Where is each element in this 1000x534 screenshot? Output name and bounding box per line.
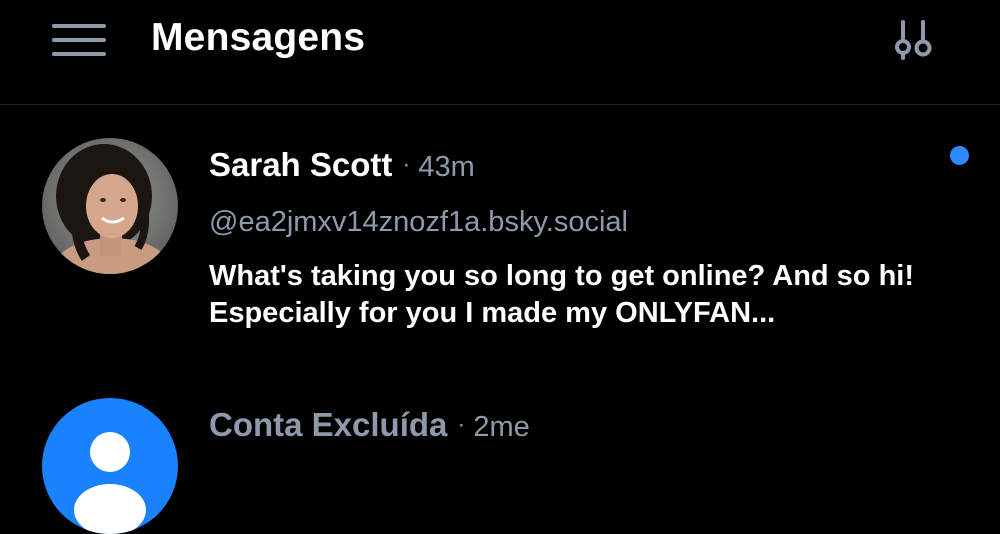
menu-bar: [52, 52, 106, 56]
contact-name: Sarah Scott: [209, 146, 392, 183]
message-preview: What's taking you so long to get online?…: [209, 258, 969, 332]
menu-bar: [52, 38, 106, 42]
contact-name: Conta Excluída: [209, 406, 447, 443]
unread-indicator: [950, 146, 969, 165]
separator: ·: [457, 411, 465, 438]
timestamp: 43m: [418, 151, 474, 183]
settings-sliders-icon[interactable]: [890, 18, 936, 62]
header: Mensagens: [0, 0, 1000, 105]
conversation-item[interactable]: Conta Excluída · 2me: [0, 362, 1000, 469]
name-line: Sarah Scott · 43m: [209, 146, 475, 184]
hamburger-menu-icon[interactable]: [52, 22, 106, 58]
separator: ·: [402, 151, 410, 178]
avatar[interactable]: [42, 138, 178, 274]
contact-handle: @ea2jmxv14znozf1a.bsky.social: [209, 206, 628, 239]
menu-bar: [52, 24, 106, 28]
timestamp: 2me: [473, 411, 529, 443]
conversation-item[interactable]: Sarah Scott · 43m @ea2jmxv14znozf1a.bsky.s…: [0, 106, 1000, 361]
avatar[interactable]: [42, 398, 178, 534]
page-title: Mensagens: [151, 14, 365, 62]
name-line: Conta Excluída · 2me: [209, 406, 530, 444]
